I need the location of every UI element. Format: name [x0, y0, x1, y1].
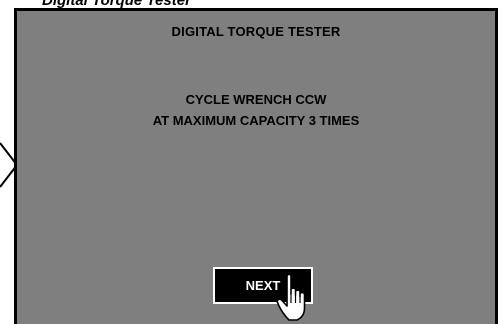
torque-tester-display-figure: Digital Torque Tester DIGITAL TORQUE TES… [0, 0, 503, 324]
screen-title: DIGITAL TORQUE TESTER [171, 24, 341, 39]
figure-caption: Digital Torque Tester [42, 0, 191, 9]
device-screen: DIGITAL TORQUE TESTER CYCLE WRENCH CCW A… [14, 8, 498, 324]
instruction-line-2: AT MAXIMUM CAPACITY 3 TIMES [152, 113, 360, 128]
instruction-text: CYCLE WRENCH CCW AT MAXIMUM CAPACITY 3 T… [17, 89, 495, 131]
instruction-line-1: CYCLE WRENCH CCW [185, 92, 327, 107]
hand-pointer-icon [276, 273, 306, 321]
